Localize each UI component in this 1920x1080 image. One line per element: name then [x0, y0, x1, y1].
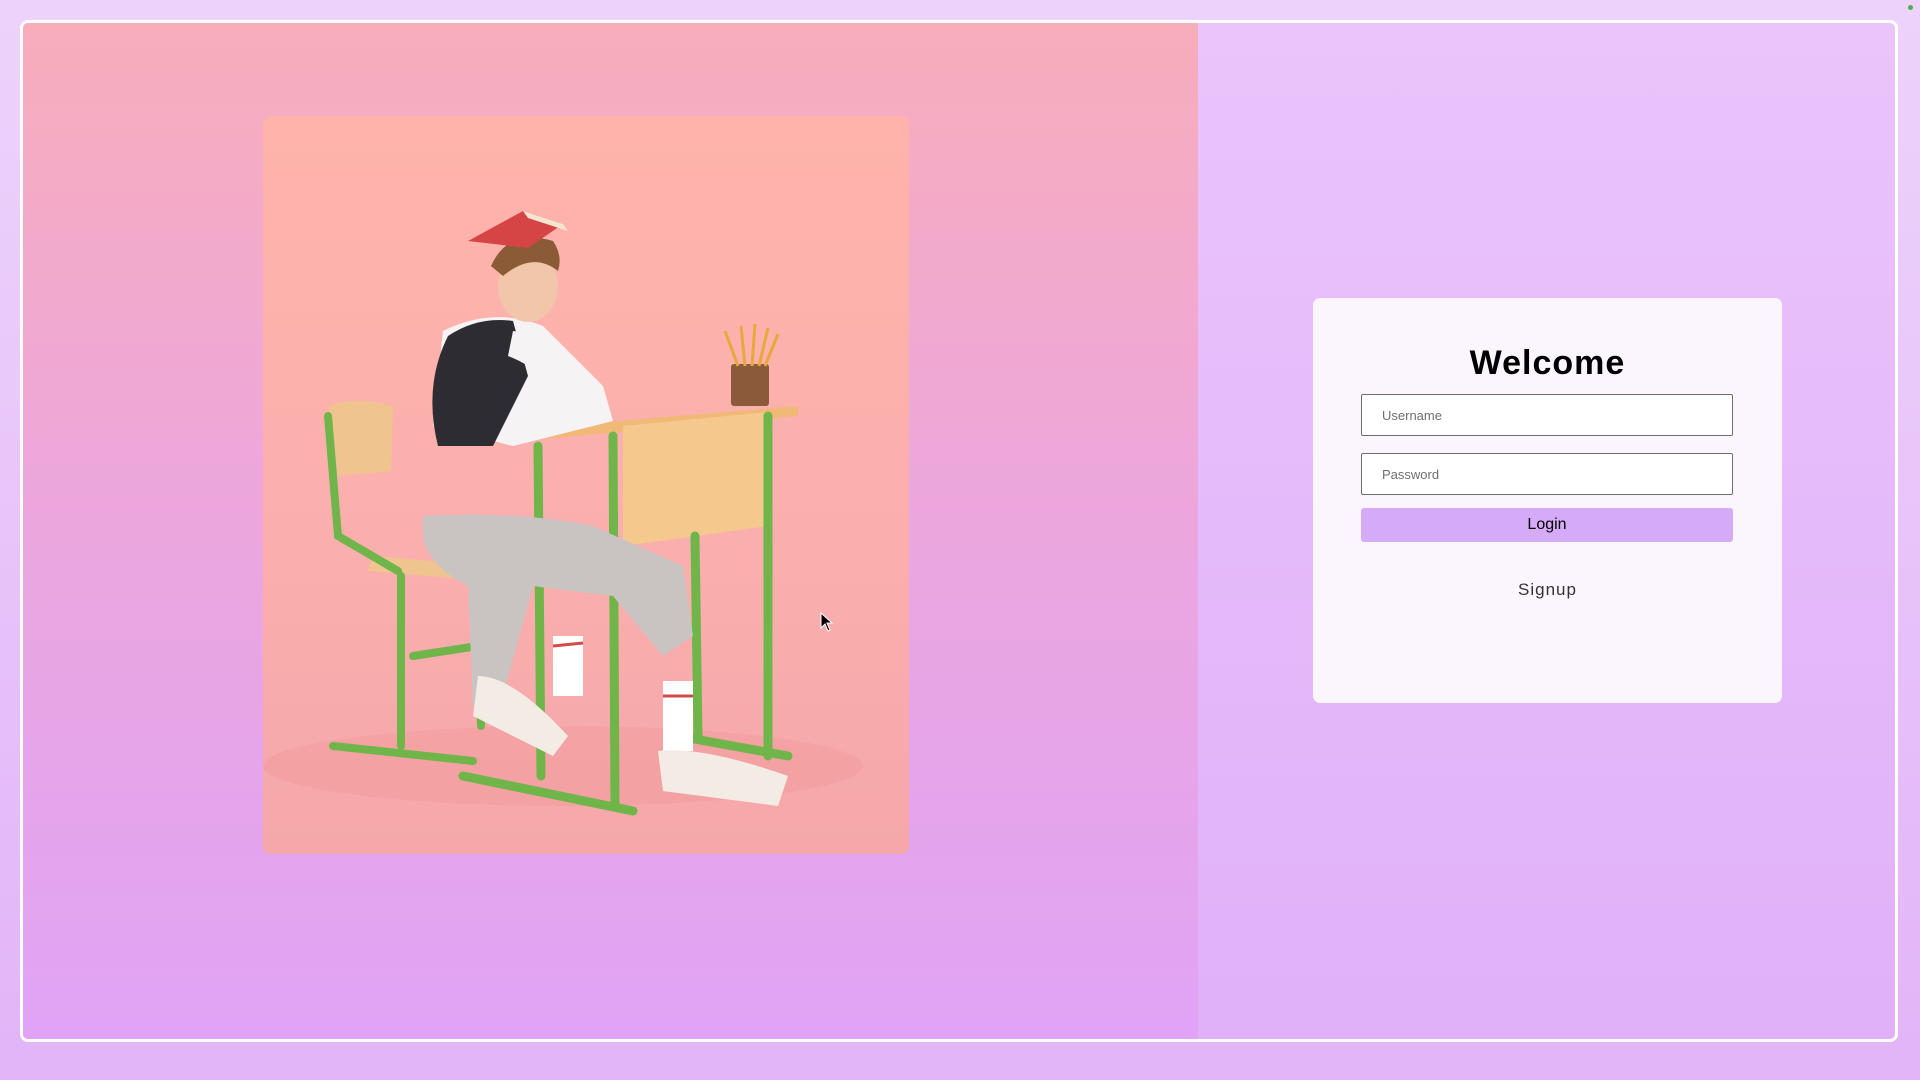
student-at-desk-illustration	[263, 211, 863, 816]
password-field[interactable]	[1361, 453, 1733, 495]
signup-link[interactable]: Signup	[1313, 580, 1782, 600]
status-dot-icon	[1908, 5, 1913, 10]
login-button[interactable]: Login	[1361, 508, 1733, 542]
hero-photo	[263, 116, 909, 854]
mouse-pointer-icon	[820, 612, 834, 632]
welcome-title: Welcome	[1469, 344, 1626, 382]
login-card: Welcome Login Signup	[1313, 298, 1782, 703]
app-window: Welcome Login Signup	[20, 20, 1898, 1042]
hero-panel	[23, 23, 1198, 1039]
username-field[interactable]	[1361, 394, 1733, 436]
